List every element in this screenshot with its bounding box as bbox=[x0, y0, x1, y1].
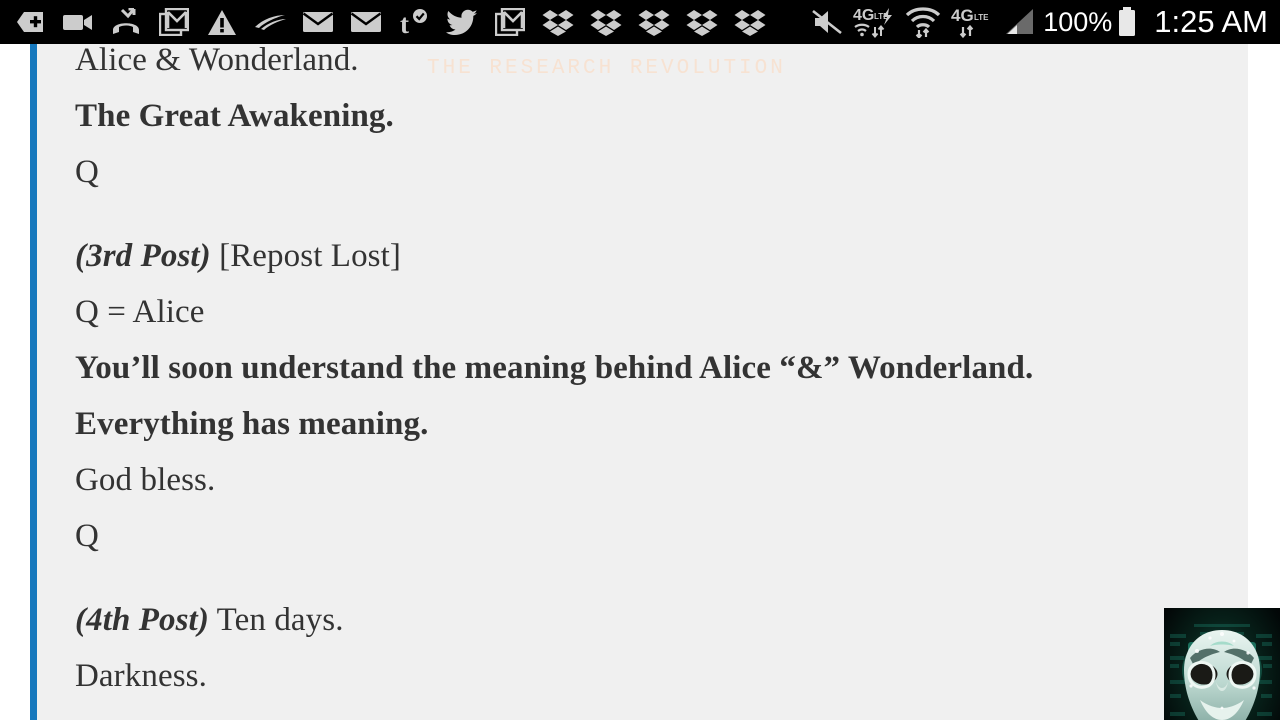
signal-bars-icon bbox=[995, 3, 1043, 41]
article-line: You’ll soon understand the meaning behin… bbox=[75, 340, 1225, 396]
article-line-text: Q bbox=[75, 154, 99, 190]
article-sheet: THE RESEARCH REVOLUTION Alice & Wonderla… bbox=[30, 44, 1248, 720]
status-bar-system-icons[interactable]: 4G LTE 4G LTE 100% 1:25 AM bbox=[803, 3, 1272, 41]
dropbox-icon bbox=[534, 3, 582, 41]
gmail-icon bbox=[150, 3, 198, 41]
wifi-icon bbox=[899, 3, 947, 41]
dropbox-icon bbox=[582, 3, 630, 41]
article-line-text: Darkness. bbox=[75, 658, 207, 694]
4g-lte-icon: 4G LTE bbox=[947, 3, 995, 41]
4g-lte-data-icon: 4G LTE bbox=[851, 3, 899, 41]
article-line: Darkness. bbox=[75, 648, 1225, 704]
article-line-text: Alice & Wonderland. bbox=[75, 44, 359, 78]
battery-percent-label: 100% bbox=[1043, 6, 1113, 37]
envelope-icon bbox=[294, 3, 342, 41]
svg-text:LTE: LTE bbox=[974, 13, 989, 22]
missed-call-icon bbox=[102, 3, 150, 41]
article-line-text: Q = Alice bbox=[75, 294, 205, 330]
gmail-icon bbox=[486, 3, 534, 41]
dropbox-icon bbox=[678, 3, 726, 41]
svg-text:4G: 4G bbox=[853, 7, 874, 24]
post-label: (3rd Post) bbox=[75, 238, 211, 274]
android-status-bar[interactable]: t 4G LTE 4G LTE 100% 1:25 AM bbox=[0, 0, 1280, 44]
dropbox-icon bbox=[726, 3, 774, 41]
article-line-text: Q bbox=[75, 518, 99, 554]
article-line-text: The Great Awakening. bbox=[75, 98, 394, 134]
article-line: (4th Post) Ten days. bbox=[75, 592, 1225, 648]
status-bar-notification-icons[interactable]: t bbox=[6, 3, 803, 41]
article-line-spacer bbox=[75, 200, 1225, 228]
article-line: Q bbox=[75, 144, 1225, 200]
article-line: Q bbox=[75, 508, 1225, 564]
article-line: Everything has meaning. bbox=[75, 396, 1225, 452]
svg-text:t: t bbox=[400, 9, 409, 36]
battery-full-icon bbox=[1114, 3, 1140, 41]
volume-muted-icon bbox=[803, 3, 851, 41]
article-line: The Great Awakening. bbox=[75, 88, 1225, 144]
clock-label: 1:25 AM bbox=[1154, 4, 1268, 39]
article-line: Q = Alice bbox=[75, 284, 1225, 340]
twitter-icon bbox=[438, 3, 486, 41]
bank-of-america-icon bbox=[246, 3, 294, 41]
anonymous-mask-thumbnail[interactable] bbox=[1164, 608, 1280, 720]
article-line: (3rd Post) [Repost Lost] bbox=[75, 228, 1225, 284]
dropbox-icon bbox=[630, 3, 678, 41]
todoist-icon: t bbox=[390, 3, 438, 41]
tag-plus-icon bbox=[6, 3, 54, 41]
article-line-spacer bbox=[75, 564, 1225, 592]
article-line-text: [Repost Lost] bbox=[210, 238, 401, 274]
video-camera-icon bbox=[54, 3, 102, 41]
article-viewport[interactable]: THE RESEARCH REVOLUTION Alice & Wonderla… bbox=[0, 44, 1280, 720]
envelope-icon bbox=[342, 3, 390, 41]
article-line-text: Ten days. bbox=[208, 602, 344, 638]
svg-text:4G: 4G bbox=[951, 6, 974, 25]
article-line-text: You’ll soon understand the meaning behin… bbox=[75, 350, 1034, 386]
article-body: Alice & Wonderland. The Great Awakening.… bbox=[75, 44, 1225, 704]
post-label: (4th Post) bbox=[75, 602, 209, 638]
article-line: God bless. bbox=[75, 452, 1225, 508]
article-line: Alice & Wonderland. bbox=[75, 44, 1225, 88]
article-line-text: God bless. bbox=[75, 462, 216, 498]
article-line-text: Everything has meaning. bbox=[75, 406, 429, 442]
warning-triangle-icon bbox=[198, 3, 246, 41]
